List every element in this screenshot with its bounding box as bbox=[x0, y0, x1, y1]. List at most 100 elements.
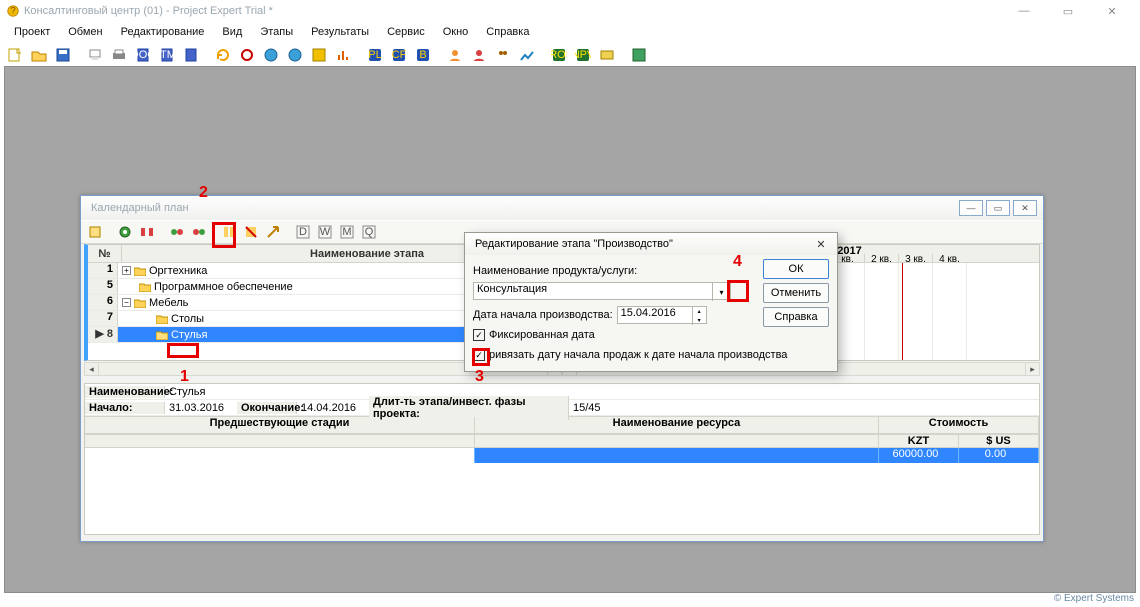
tb-chart2-icon[interactable] bbox=[516, 44, 538, 66]
lbl-product: Наименование продукта/услуги: bbox=[473, 265, 637, 277]
tb-fx-icon[interactable] bbox=[308, 44, 330, 66]
app-titlebar: ? Консалтинговый центр (01) - Project Ex… bbox=[0, 0, 1140, 22]
dialog-close-button[interactable]: ✕ bbox=[811, 236, 831, 252]
date-spin[interactable]: 15.04.2016 ▴▾ bbox=[617, 306, 707, 324]
ct-link1-icon[interactable] bbox=[167, 222, 187, 242]
menu-exchange[interactable]: Обмен bbox=[60, 24, 110, 40]
tb-table-icon[interactable] bbox=[628, 44, 650, 66]
minimize-button[interactable]: — bbox=[1002, 0, 1046, 22]
lbl-date: Дата начала производства: bbox=[473, 309, 613, 321]
tb-money-icon[interactable] bbox=[596, 44, 618, 66]
menu-project[interactable]: Проект bbox=[6, 24, 58, 40]
svg-text:PL: PL bbox=[368, 49, 381, 61]
child-window-titlebar: Календарный план — ▭ ✕ bbox=[81, 196, 1043, 220]
hdr-cost: Стоимость bbox=[879, 417, 1039, 433]
tb-roi-icon[interactable]: ROI bbox=[548, 44, 570, 66]
hdr-kzt: KZT bbox=[879, 435, 959, 447]
help-button[interactable]: Справка bbox=[763, 307, 829, 327]
annotation-4: 4 bbox=[733, 253, 742, 271]
val-start: 31.03.2016 bbox=[165, 402, 237, 414]
statusbar: © Expert Systems bbox=[0, 593, 1140, 607]
ct-m-icon[interactable]: M bbox=[337, 222, 357, 242]
product-combo[interactable]: Консультация ▾ bbox=[473, 282, 731, 300]
folder-icon bbox=[134, 298, 146, 308]
lbl-bind: ривязать дату начала продаж к дате начал… bbox=[489, 349, 787, 361]
tb-globe2-icon[interactable] bbox=[284, 44, 306, 66]
checkbox-bind-date[interactable]: ✓ bbox=[473, 349, 485, 361]
svg-text:D: D bbox=[299, 226, 307, 238]
tb-print-icon[interactable] bbox=[108, 44, 130, 66]
expand-icon[interactable]: + bbox=[122, 266, 131, 275]
tb-pl-icon[interactable]: PL bbox=[364, 44, 386, 66]
tb-gear-icon[interactable] bbox=[236, 44, 258, 66]
checkbox-fixed-date[interactable]: ✓ bbox=[473, 329, 485, 341]
tb-save-icon[interactable] bbox=[52, 44, 74, 66]
tb-new-icon[interactable] bbox=[4, 44, 26, 66]
today-line bbox=[902, 263, 903, 360]
ct-insert-icon[interactable] bbox=[219, 222, 239, 242]
annotation-1: 1 bbox=[180, 368, 189, 386]
tb-html-icon[interactable]: HTML bbox=[156, 44, 178, 66]
tb-cf-icon[interactable]: CF bbox=[388, 44, 410, 66]
svg-text:?: ? bbox=[10, 6, 15, 17]
menu-window[interactable]: Окно bbox=[435, 24, 477, 40]
ok-button[interactable]: ОК bbox=[763, 259, 829, 279]
tb-bs-icon[interactable]: B bbox=[412, 44, 434, 66]
col-num[interactable]: № bbox=[88, 245, 122, 262]
lbl-name: Наименование: bbox=[85, 386, 165, 398]
svg-text:HTML: HTML bbox=[159, 49, 175, 61]
tb-open-icon[interactable] bbox=[28, 44, 50, 66]
cw-maximize-button[interactable]: ▭ bbox=[986, 200, 1010, 216]
lbl-end: Окончание: bbox=[237, 402, 297, 414]
dialog-production-stage: Редактирование этапа "Производство" ✕ ОК… bbox=[464, 232, 838, 372]
tb-user2-icon[interactable] bbox=[468, 44, 490, 66]
menu-edit[interactable]: Редактирование bbox=[113, 24, 213, 40]
ct-d-icon[interactable]: D bbox=[293, 222, 313, 242]
app-title: Консалтинговый центр (01) - Project Expe… bbox=[24, 5, 273, 17]
val-name: Стулья bbox=[165, 386, 209, 398]
dialog-title: Редактирование этапа "Производство" bbox=[475, 238, 673, 250]
menu-service[interactable]: Сервис bbox=[379, 24, 433, 40]
ct-arrow-icon[interactable] bbox=[263, 222, 283, 242]
ct-w-icon[interactable]: W bbox=[315, 222, 335, 242]
dropdown-icon[interactable]: ▾ bbox=[712, 283, 730, 301]
svg-text:Q: Q bbox=[365, 226, 374, 238]
menu-help[interactable]: Справка bbox=[478, 24, 537, 40]
menubar: Проект Обмен Редактирование Вид Этапы Ре… bbox=[0, 22, 1140, 42]
tb-refresh-icon[interactable] bbox=[212, 44, 234, 66]
lbl-start: Начало: bbox=[85, 402, 165, 414]
tb-globe-icon[interactable] bbox=[260, 44, 282, 66]
menu-view[interactable]: Вид bbox=[214, 24, 250, 40]
detail-panel: Наименование: Стулья Начало: 31.03.2016 … bbox=[84, 383, 1040, 535]
tb-chart-icon[interactable] bbox=[332, 44, 354, 66]
close-button[interactable]: ✕ bbox=[1090, 0, 1134, 22]
ct-stage-icon[interactable] bbox=[137, 222, 157, 242]
tb-doc-icon[interactable]: DOC bbox=[132, 44, 154, 66]
ct-add-icon[interactable] bbox=[85, 222, 105, 242]
menu-stages[interactable]: Этапы bbox=[252, 24, 301, 40]
ct-gear-icon[interactable] bbox=[115, 222, 135, 242]
svg-text:W: W bbox=[320, 226, 331, 238]
ct-q-icon[interactable]: Q bbox=[359, 222, 379, 242]
cancel-button[interactable]: Отменить bbox=[763, 283, 829, 303]
folder-icon bbox=[139, 282, 151, 292]
cw-minimize-button[interactable]: — bbox=[959, 200, 983, 216]
lbl-dur: Длит-ть этапа/инвест. фазы проекта: bbox=[369, 396, 569, 420]
tb-people-icon[interactable] bbox=[492, 44, 514, 66]
tb-xml-icon[interactable] bbox=[180, 44, 202, 66]
maximize-button[interactable]: ▭ bbox=[1046, 0, 1090, 22]
ct-link2-icon[interactable] bbox=[189, 222, 209, 242]
tb-printprev-icon[interactable] bbox=[84, 44, 106, 66]
collapse-icon[interactable]: − bbox=[122, 298, 131, 307]
cw-close-button[interactable]: ✕ bbox=[1013, 200, 1037, 216]
svg-text:M: M bbox=[342, 226, 351, 238]
tb-npv-icon[interactable]: NPV bbox=[572, 44, 594, 66]
folder-icon bbox=[156, 330, 168, 340]
menu-results[interactable]: Результаты bbox=[303, 24, 377, 40]
resource-row[interactable]: 60000.00 0.00 bbox=[85, 448, 1039, 463]
ct-delete-icon[interactable] bbox=[241, 222, 261, 242]
svg-text:DOC: DOC bbox=[135, 49, 151, 61]
tb-user-icon[interactable] bbox=[444, 44, 466, 66]
val-dur: 15/45 bbox=[569, 402, 605, 414]
folder-icon bbox=[134, 266, 146, 276]
